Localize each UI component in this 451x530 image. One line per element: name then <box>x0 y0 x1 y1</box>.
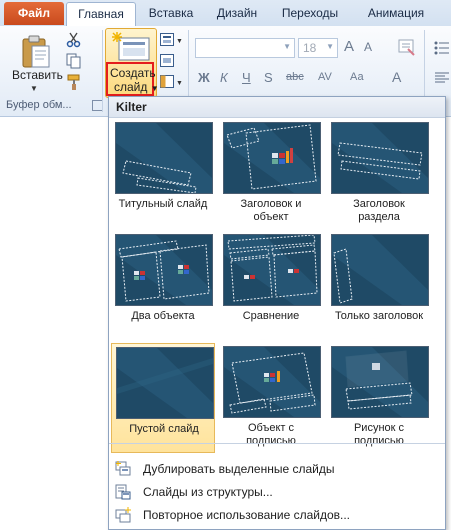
ribbon-tabs: Файл Главная Вставка Дизайн Переходы Ани… <box>0 0 451 27</box>
layout-title-slide[interactable]: Титульный слайд <box>111 119 215 229</box>
group-divider <box>102 30 103 112</box>
cut-icon[interactable] <box>66 32 82 48</box>
layout-two-content[interactable]: Два объекта <box>111 231 215 341</box>
font-color-button[interactable]: A <box>392 69 401 85</box>
paste-dropdown-icon[interactable]: ▼ <box>30 84 38 93</box>
chevron-down-icon: ▼ <box>326 42 334 51</box>
new-slide-label-2: слайд ▼ <box>114 80 159 94</box>
svg-text:▼: ▼ <box>176 38 183 45</box>
layout-label: Только заголовок <box>334 310 424 322</box>
layout-label: Сравнение <box>242 310 300 322</box>
layout-thumbnail <box>223 122 321 194</box>
clear-formatting-icon[interactable] <box>398 38 415 56</box>
layout-label: Объект с <box>247 422 294 434</box>
layout-label-line2: подписью <box>246 435 296 447</box>
chevron-down-icon: ▼ <box>150 84 159 93</box>
menu-item-label: Повторное использование слайдов... <box>143 508 351 522</box>
gallery-header: Kilter <box>109 97 445 118</box>
theme-name: Kilter <box>116 100 147 114</box>
reuse-slides-icon <box>115 507 131 523</box>
layout-label: Заголовок и <box>240 198 302 210</box>
shrink-font-button[interactable]: A <box>364 40 372 54</box>
layout-thumbnail <box>116 347 214 419</box>
italic-button[interactable]: К <box>220 70 228 85</box>
section-icon[interactable]: ▼ <box>160 74 183 90</box>
shadow-button[interactable]: S <box>264 70 273 85</box>
bullets-icon[interactable] <box>434 40 450 56</box>
strikethrough-button[interactable]: abc <box>286 71 304 83</box>
layout-label-line2: раздела <box>358 211 400 223</box>
reuse-slides-menu-item[interactable]: Повторное использование слайдов... <box>109 504 445 526</box>
tab-file[interactable]: Файл <box>4 2 64 25</box>
slides-from-outline-menu-item[interactable]: Слайды из структуры... <box>109 481 445 503</box>
layout-thumbnail <box>223 346 321 418</box>
tab-design[interactable]: Дизайн <box>206 2 268 25</box>
align-left-icon[interactable] <box>434 70 450 86</box>
layout-thumbnail <box>331 122 429 194</box>
bold-button[interactable]: Ж <box>198 70 210 85</box>
underline-button[interactable]: Ч <box>242 70 251 85</box>
grow-font-button[interactable]: A <box>344 38 354 55</box>
tab-animation[interactable]: Анимация <box>353 2 439 25</box>
layout-label: Заголовок <box>353 198 405 210</box>
menu-item-label: Дублировать выделенные слайды <box>143 462 335 476</box>
character-spacing-button[interactable]: AV <box>318 71 332 83</box>
font-size-value: 18 <box>303 41 317 55</box>
copy-icon[interactable] <box>66 53 82 69</box>
clipboard-group-label: Буфер обм... <box>6 99 72 111</box>
duplicate-slides-icon <box>115 461 131 477</box>
change-case-button[interactable]: Аа <box>350 71 364 83</box>
tab-transitions[interactable]: Переходы <box>270 2 350 25</box>
layout-label: Два объекта <box>131 310 195 322</box>
layout-comparison[interactable]: Сравнение <box>219 231 323 341</box>
layout-blank[interactable]: Пустой слайд <box>111 343 215 453</box>
layout-thumbnail <box>223 234 321 306</box>
layout-icon[interactable]: ▼ <box>160 32 183 48</box>
chevron-down-icon: ▼ <box>283 42 291 51</box>
layout-label-line2: подписью <box>354 435 404 447</box>
layout-label: Рисунок с <box>353 422 405 434</box>
slides-from-outline-icon <box>115 484 131 500</box>
menu-item-label: Слайды из структуры... <box>143 485 273 499</box>
duplicate-slides-menu-item[interactable]: Дублировать выделенные слайды <box>109 458 445 480</box>
svg-text:▼: ▼ <box>176 80 183 87</box>
font-name-select[interactable]: ▼ <box>195 38 295 58</box>
reset-icon[interactable] <box>160 53 176 69</box>
new-slide-label: Создать <box>110 66 156 80</box>
layout-label: Пустой слайд <box>129 423 199 435</box>
font-size-select[interactable]: 18 ▼ <box>298 38 338 58</box>
paste-button[interactable]: Вставить <box>12 68 63 82</box>
layout-title-only[interactable]: Только заголовок <box>327 231 431 341</box>
new-slide-label-text: слайд <box>114 80 148 94</box>
paste-icon[interactable] <box>20 34 52 70</box>
tab-home[interactable]: Главная <box>66 2 136 27</box>
tab-insert[interactable]: Вставка <box>138 2 204 25</box>
layout-thumbnail <box>331 346 429 418</box>
layout-label-line2: объект <box>253 211 289 223</box>
layout-title-and-content[interactable]: Заголовок и объект <box>219 119 323 229</box>
layout-thumbnail <box>331 234 429 306</box>
layout-label: Титульный слайд <box>118 198 208 210</box>
layout-content-with-caption[interactable]: Объект с подписью <box>219 343 323 453</box>
new-slide-gallery: Kilter Титульный слайд Заголовок и объек… <box>108 96 446 530</box>
layout-section-header[interactable]: Заголовок раздела <box>327 119 431 229</box>
layout-thumbnail <box>115 122 213 194</box>
layout-thumbnail <box>115 234 213 306</box>
menu-divider <box>109 443 445 444</box>
format-painter-icon[interactable] <box>66 74 82 90</box>
layout-picture-with-caption[interactable]: Рисунок с подписью <box>327 343 431 453</box>
